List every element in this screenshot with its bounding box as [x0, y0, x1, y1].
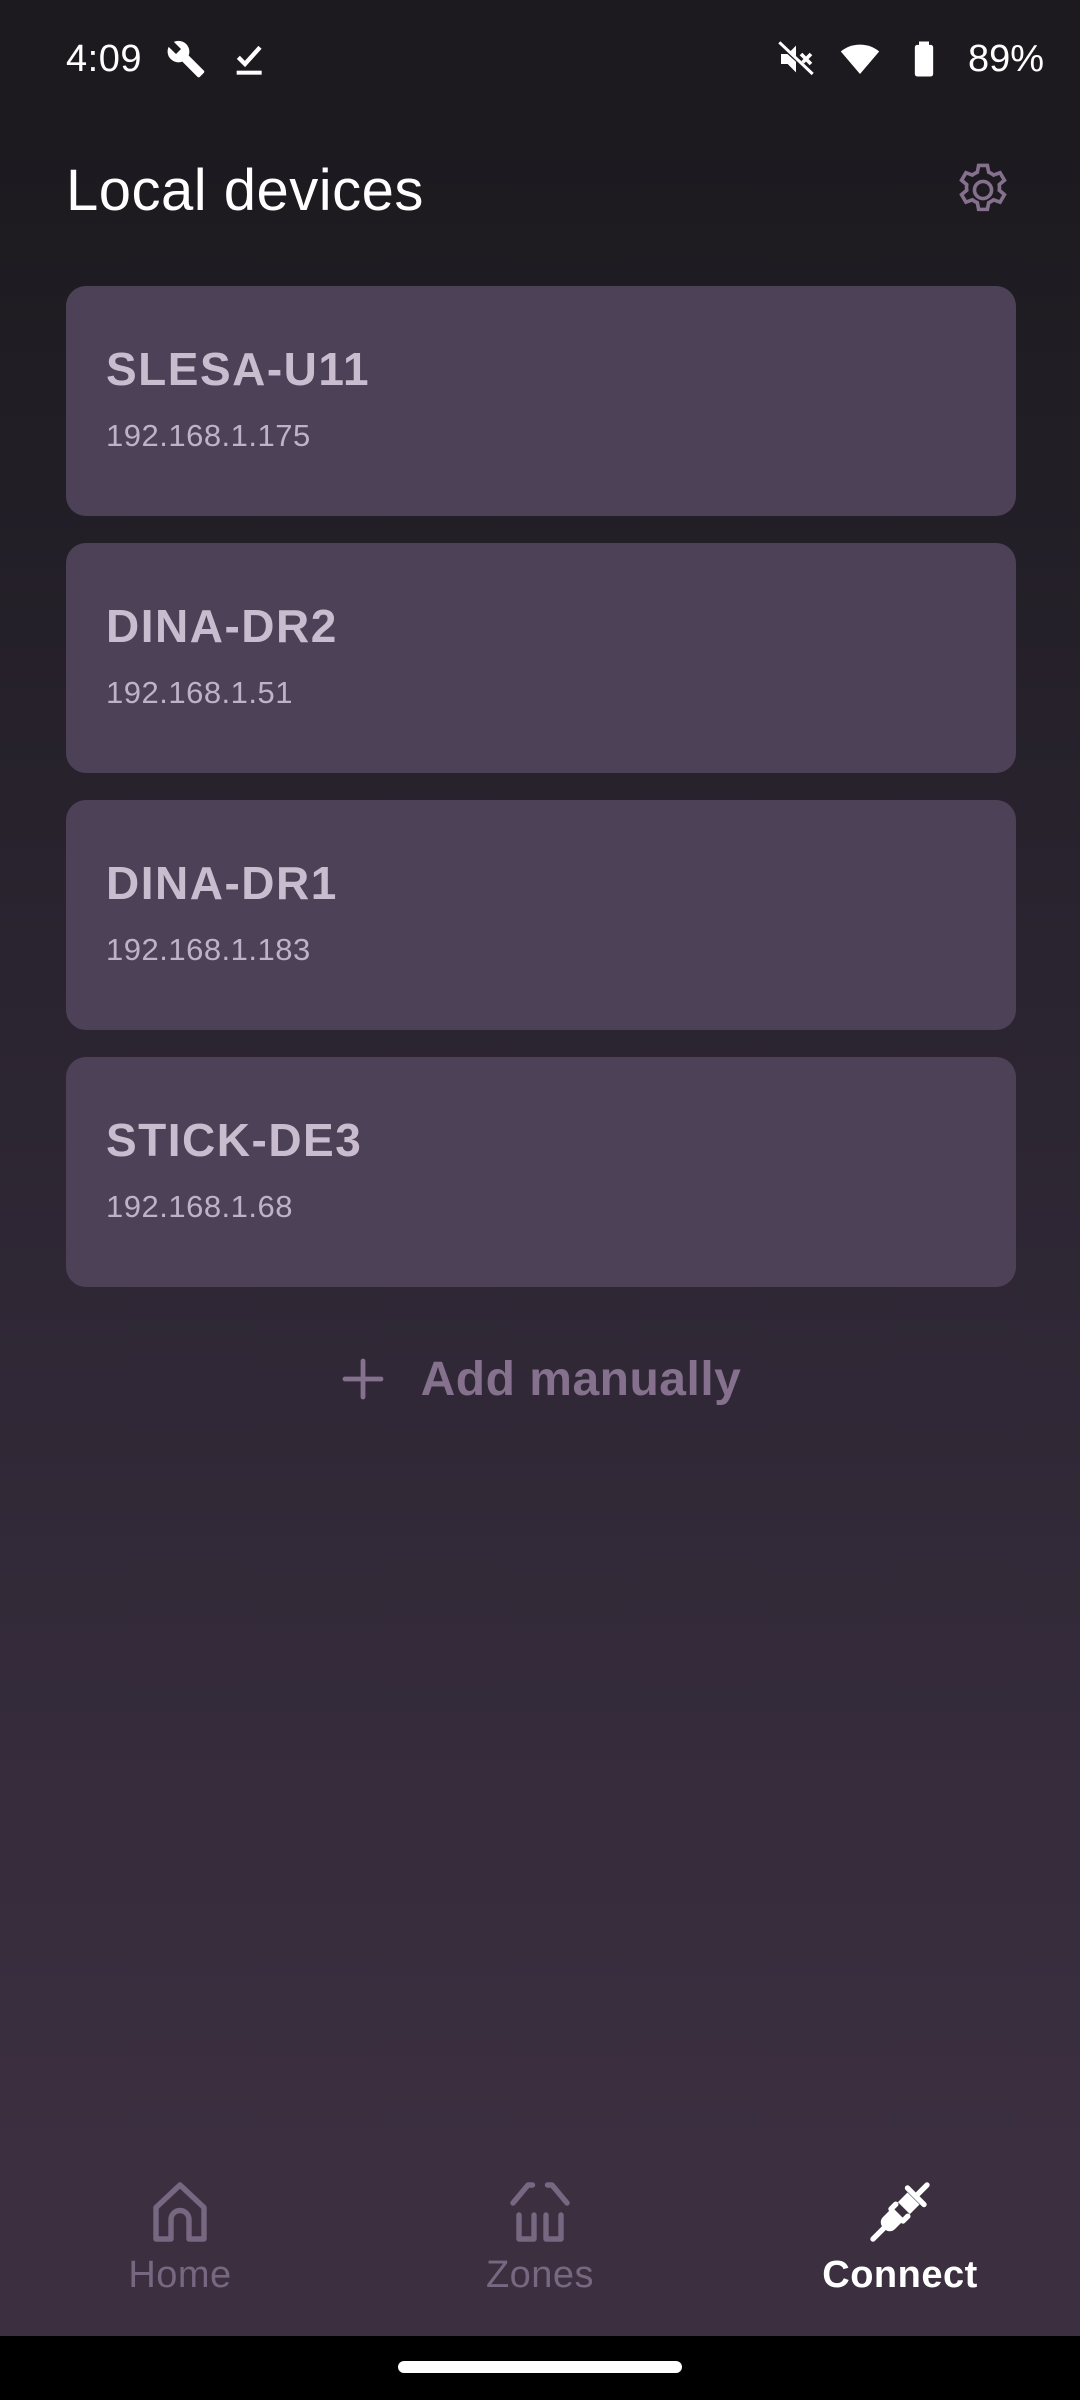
nav-label-connect: Connect	[822, 2253, 978, 2296]
device-ip: 192.168.1.51	[106, 675, 294, 710]
nav-label-home: Home	[128, 2253, 232, 2296]
plus-icon	[339, 1355, 387, 1403]
device-ip: 192.168.1.68	[106, 1189, 294, 1224]
device-list: SLESA-U11 192.168.1.175 DINA-DR2 192.168…	[66, 286, 1016, 1314]
battery-percentage: 89%	[967, 37, 1044, 80]
plug-icon	[864, 2176, 936, 2248]
bottom-nav: Home Zones Connect	[0, 2128, 1080, 2336]
device-card[interactable]: STICK-DE3 192.168.1.68	[66, 1057, 1016, 1287]
nav-label-zones: Zones	[485, 2253, 595, 2296]
add-manually-label: Add manually	[420, 1352, 742, 1406]
device-ip: 192.168.1.183	[106, 932, 311, 967]
zones-icon	[504, 2176, 576, 2248]
device-name: DINA-DR2	[106, 600, 338, 652]
settings-button[interactable]	[950, 157, 1016, 223]
status-left: 4:09	[66, 38, 270, 81]
device-card[interactable]: DINA-DR2 192.168.1.51	[66, 543, 1016, 773]
checkmark-icon	[230, 39, 270, 79]
device-ip: 192.168.1.175	[106, 418, 311, 453]
nav-item-home[interactable]: Home	[0, 2128, 360, 2336]
wrench-icon	[166, 39, 206, 79]
wifi-icon	[840, 39, 880, 79]
header: Local devices	[66, 140, 1016, 240]
gear-icon	[959, 163, 1007, 212]
battery-icon	[904, 39, 944, 79]
nav-item-zones[interactable]: Zones	[360, 2128, 720, 2336]
status-right: 89%	[776, 38, 1044, 81]
page-title: Local devices	[66, 157, 424, 223]
nav-item-connect[interactable]: Connect	[720, 2128, 1080, 2336]
status-time: 4:09	[66, 37, 142, 80]
status-bar: 4:09 89%	[0, 0, 1080, 118]
device-name: DINA-DR1	[106, 857, 338, 909]
device-name: STICK-DE3	[106, 1114, 363, 1166]
app-screen: 4:09 89% Local devices SLESA-U11 192.168…	[0, 0, 1080, 2400]
device-card[interactable]: SLESA-U11 192.168.1.175	[66, 286, 1016, 516]
device-card[interactable]: DINA-DR1 192.168.1.183	[66, 800, 1016, 1030]
add-manually-button[interactable]: Add manually	[0, 1340, 1080, 1418]
gesture-handle[interactable]	[398, 2361, 682, 2373]
device-name: SLESA-U11	[106, 343, 371, 395]
home-icon	[144, 2176, 216, 2248]
mute-icon	[776, 39, 816, 79]
